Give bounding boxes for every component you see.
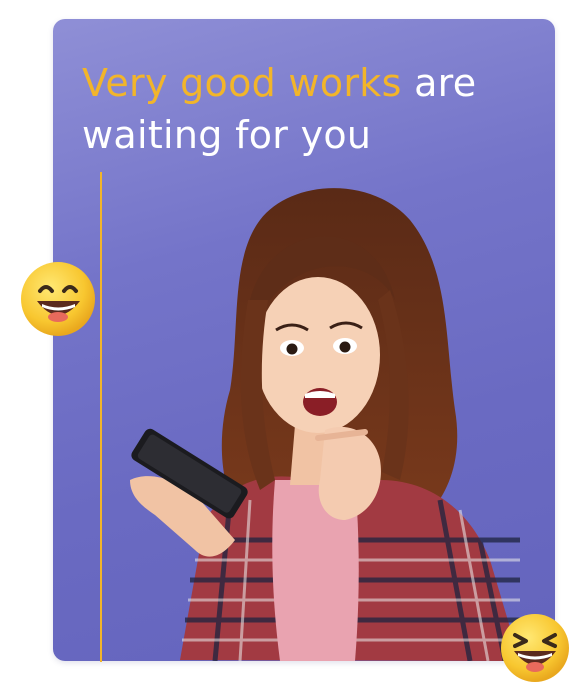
- happy-smiley-icon: [21, 262, 95, 336]
- headline-line2: waiting for you: [82, 113, 372, 157]
- hero-headline: Very good works are waiting for you: [82, 57, 532, 161]
- laughing-smiley-icon: [501, 614, 569, 682]
- hero-graphic: Very good works are waiting for you: [0, 0, 579, 697]
- accent-vertical-line: [100, 172, 102, 662]
- headline-rest: are: [401, 61, 477, 105]
- woman-with-phone-illustration: [130, 188, 520, 661]
- headline-accent: Very good works: [82, 61, 402, 105]
